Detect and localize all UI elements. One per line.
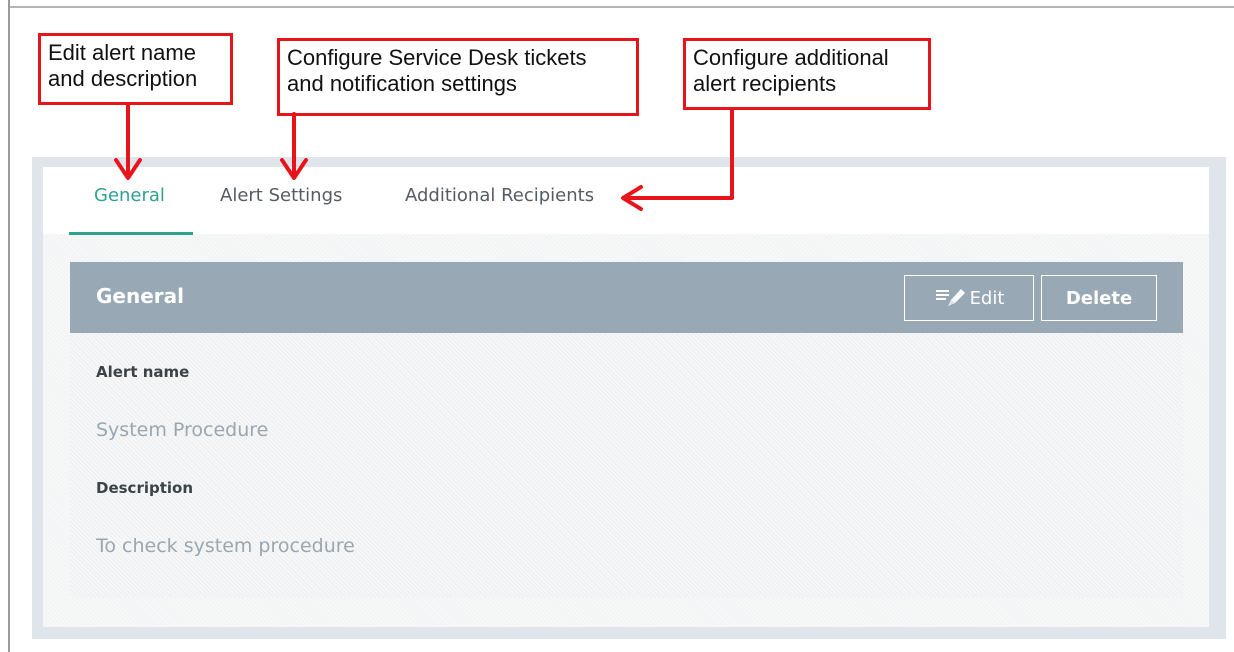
edit-button[interactable]: Edit [904, 275, 1034, 321]
callout-general: Edit alert name and description [38, 33, 233, 105]
delete-button[interactable]: Delete [1041, 275, 1157, 321]
edit-button-label: Edit [969, 287, 1005, 309]
callout-alert-settings: Configure Service Desk tickets and notif… [277, 38, 639, 116]
card-title: General [96, 284, 184, 308]
alert-name-label: Alert name [96, 363, 190, 381]
description-label: Description [96, 479, 194, 497]
delete-button-label: Delete [1065, 287, 1133, 309]
tab-bar [43, 167, 1209, 234]
pencil-edit-icon [935, 289, 965, 306]
description-value: To check system procedure [96, 535, 355, 557]
tab-general[interactable]: General [94, 185, 165, 206]
tab-additional-recipients[interactable]: Additional Recipients [405, 185, 594, 206]
active-tab-indicator [69, 232, 193, 235]
frame-left-border [8, 0, 10, 652]
frame-top-border [10, 6, 1234, 8]
callout-recipients: Configure additional alert recipients [683, 38, 931, 110]
alert-name-value: System Procedure [96, 419, 269, 441]
tab-alert-settings[interactable]: Alert Settings [220, 185, 342, 206]
general-card-body [70, 333, 1183, 598]
